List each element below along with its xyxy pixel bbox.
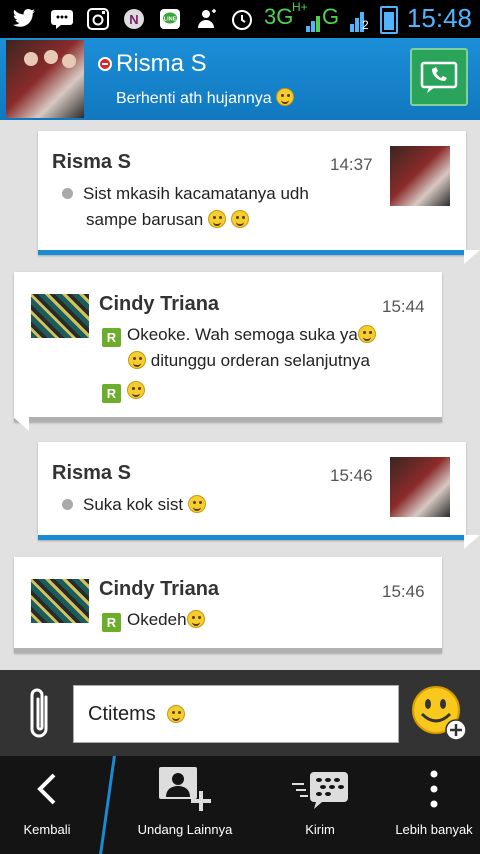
grin-emoji-icon	[128, 351, 146, 369]
message-sender: Cindy Triana	[99, 293, 220, 315]
message-sender: Risma S	[52, 151, 131, 173]
message-input[interactable]: Ctitems	[73, 685, 399, 743]
bottom-action-bar: Kembali Undang Lainnya Kirim Lebih banya…	[0, 756, 480, 854]
call-icon	[420, 61, 458, 93]
call-button[interactable]	[410, 48, 468, 106]
read-receipt-icon: R	[102, 328, 121, 347]
message-sender: Risma S	[52, 462, 131, 484]
message-bubble[interactable]: Cindy Triana 15:44 R Okeoke. Wah semoga s…	[13, 272, 442, 431]
message-time: 14:37	[330, 155, 373, 174]
message-sender: Cindy Triana	[99, 578, 220, 600]
message-text: Suka kok sist	[62, 492, 382, 518]
status-bar: N LINE 3G H+ G 2 15:48	[0, 0, 480, 38]
add-person-icon	[194, 8, 218, 30]
surprised-emoji-icon	[276, 88, 295, 106]
contact-status-message: Berhenti ath hujannya	[116, 88, 295, 108]
chevron-left-icon	[37, 773, 56, 805]
tongue-emoji-icon	[166, 705, 185, 723]
chat-messages[interactable]: Risma S 14:37 Sist mkasih kacamatanya ud…	[0, 120, 480, 670]
read-receipt-icon: R	[102, 384, 121, 403]
message-text: R Okedeh	[102, 607, 432, 633]
battery-icon	[380, 6, 398, 34]
attach-button[interactable]	[22, 684, 58, 744]
emoticon-button[interactable]	[410, 684, 468, 742]
bubble-tail	[464, 250, 480, 264]
busy-status-icon	[98, 57, 112, 71]
paperclip-icon	[30, 688, 48, 738]
delivered-dot-icon	[62, 499, 73, 510]
happy-emoji-icon	[187, 495, 206, 513]
line-icon: LINE	[158, 8, 182, 30]
message-time: 15:46	[330, 466, 373, 485]
delivered-dot-icon	[62, 188, 73, 199]
smile-emoji-icon	[186, 610, 205, 628]
network-3g: 3G	[264, 4, 294, 29]
nav-divider	[99, 756, 116, 854]
overflow-menu-icon	[430, 770, 438, 808]
composer-bar: Ctitems	[0, 670, 480, 756]
back-button[interactable]: Kembali	[0, 756, 94, 854]
network-hplus: H+	[292, 0, 308, 14]
contact-name[interactable]: Risma S	[116, 50, 207, 78]
message-bubble[interactable]: Cindy Triana 15:46 R Okedeh	[14, 557, 442, 653]
back-label: Kembali	[23, 822, 71, 837]
svg-text:LINE: LINE	[164, 17, 177, 23]
happy-emoji-icon	[127, 381, 145, 399]
sender-avatar	[390, 146, 450, 206]
invite-more-label: Undang Lainnya	[137, 822, 233, 837]
sender-avatar	[31, 579, 89, 623]
invite-more-button[interactable]: Undang Lainnya	[130, 756, 240, 854]
send-label: Kirim	[305, 822, 335, 837]
contact-avatar[interactable]	[6, 40, 84, 118]
twitter-icon	[12, 8, 36, 30]
message-text: Sist mkasih kacamatanya udh sampe barusa…	[62, 181, 382, 233]
sender-avatar	[31, 294, 89, 338]
read-receipt-icon: R	[102, 613, 121, 632]
n-app-icon: N	[122, 8, 146, 30]
smile-emoji-icon	[207, 210, 226, 228]
more-label: Lebih banyak	[395, 822, 473, 837]
message-bubble[interactable]: Risma S 14:37 Sist mkasih kacamatanya ud…	[38, 131, 480, 264]
bubble-tail	[13, 417, 29, 431]
more-button[interactable]: Lebih banyak	[392, 756, 476, 854]
laugh-emoji-icon	[230, 210, 249, 228]
network-g: G	[322, 4, 340, 29]
svg-text:N: N	[129, 12, 138, 27]
bbm-icon	[50, 8, 74, 30]
chat-header: Risma S Berhenti ath hujannya	[0, 38, 480, 120]
sim-number: 2	[362, 18, 369, 32]
message-bubble[interactable]: Risma S 15:46 Suka kok sist	[38, 442, 480, 549]
emoticon-add-icon	[412, 686, 467, 741]
add-contact-icon	[159, 767, 211, 811]
instagram-icon	[86, 8, 110, 30]
message-text: R Okeoke. Wah semoga suka ya ditunggu ord…	[102, 322, 432, 404]
message-time: 15:46	[382, 582, 425, 601]
blackberry-send-icon	[292, 772, 348, 809]
smile-emoji-icon	[357, 325, 376, 343]
message-time: 15:44	[382, 297, 425, 316]
bubble-tail	[464, 535, 480, 549]
clock: 15:48	[406, 3, 472, 33]
alarm-icon	[230, 8, 254, 30]
send-button[interactable]: Kirim	[280, 756, 360, 854]
sender-avatar	[390, 457, 450, 517]
